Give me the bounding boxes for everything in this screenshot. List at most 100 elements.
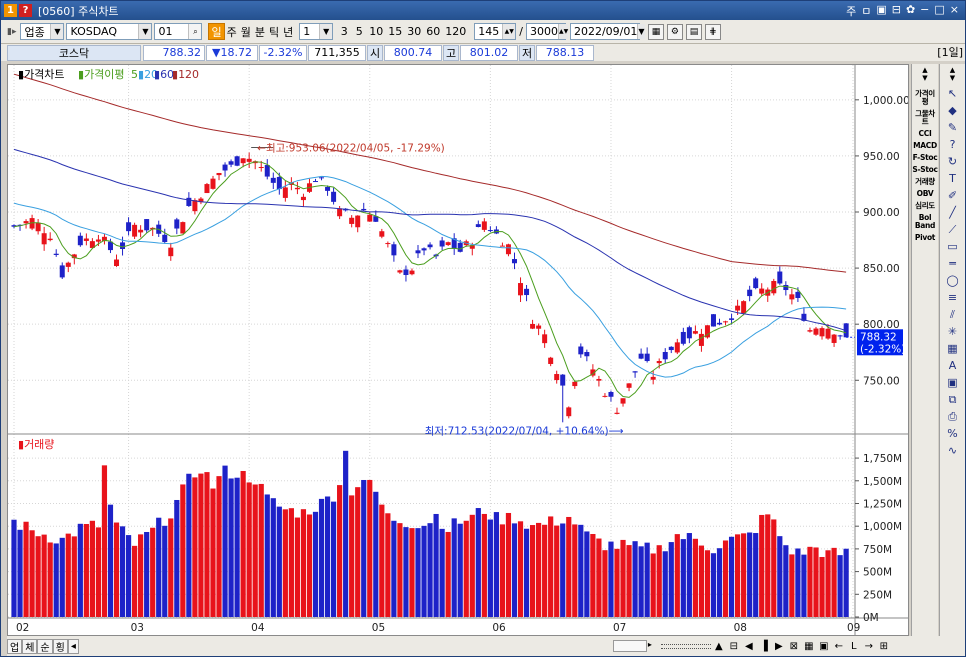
indicator-0[interactable]: 가격이평 [912,90,938,106]
print-icon[interactable]: ⎙ [944,409,962,424]
scroll-down-icon[interactable]: ▼ [940,74,965,82]
zoom-out-icon[interactable]: ⊟ [727,639,741,653]
scroll-up-icon[interactable]: ▲ [940,66,965,74]
export-icon[interactable]: ▦ [802,639,816,653]
eraser-icon[interactable]: ◆ [944,103,962,118]
window-icon[interactable]: ▤ [685,23,702,40]
tab-week[interactable]: 주 [225,23,239,40]
indicator-1[interactable]: 그물차트 [912,110,938,126]
legend-ma-label[interactable]: ▮가격이평 [78,68,125,81]
indicator-7[interactable]: OBV [912,190,938,198]
btn-order[interactable]: 순 [37,638,53,654]
interval-10[interactable]: 10 [367,23,385,40]
tab-year[interactable]: 년 [281,23,295,40]
indicator-10[interactable]: Pivot [912,234,938,242]
brush-icon[interactable]: ✐ [944,188,962,203]
legend-ma5[interactable]: 5 [131,68,138,81]
legend-price-chart[interactable]: ▮가격차트 [18,68,65,81]
config-icon[interactable]: ⚙ [666,23,683,40]
indicator-3[interactable]: MACD [912,142,938,150]
indicator-5[interactable]: S-Stoc [912,166,938,174]
pin-icon[interactable]: 주 [846,3,856,19]
layout-icon[interactable]: L [847,639,861,653]
btn-body[interactable]: 체 [22,638,38,654]
grid-icon[interactable]: ⋕ [704,23,721,40]
settings-icon[interactable]: ✿ [906,3,915,19]
indicator-2[interactable]: CCI [912,130,938,138]
scroll-right-icon[interactable]: ▸ [648,640,658,652]
close-button[interactable]: × [950,3,959,19]
btn-up[interactable]: 업 [7,638,23,654]
table-icon[interactable]: ▦ [647,23,664,40]
gann-icon[interactable]: ✳ [944,324,962,339]
scrollbar-thumb[interactable] [612,640,647,652]
tab-day[interactable]: 일 [208,23,225,40]
stock-chart[interactable]: 1,000.00950.00900.00850.00800.00750.001,… [8,65,908,635]
grid-icon[interactable]: ▦ [944,341,962,356]
save-icon[interactable]: ⊟ [892,3,901,19]
indicator-6[interactable]: 거래량 [912,178,938,186]
line-icon[interactable]: ╱ [944,205,962,220]
tab-tick[interactable]: 틱 [267,23,281,40]
zoom-in-icon[interactable]: ▲ [712,639,726,653]
copy-icon[interactable]: ⧉ [944,392,962,407]
tab-minute[interactable]: 분 [253,23,267,40]
help-icon[interactable]: ? [19,4,32,17]
indicator-8[interactable]: 심리도 [912,202,938,210]
legend-ma120[interactable]: ▮120 [172,68,199,81]
tab-month[interactable]: 월 [239,23,253,40]
search-icon[interactable]: ⌕ [188,24,202,39]
cursor-icon[interactable]: ↖ [944,86,962,101]
back-icon[interactable]: ← [832,639,846,653]
btn-horizontal[interactable]: 횡 [52,638,68,654]
layout-icon[interactable]: ㅁ [861,3,871,19]
auto-icon[interactable]: A [944,358,962,373]
chart-area[interactable]: 1,000.00 950.00 900.00 850.00 800.00 750.00 1,… [7,64,909,636]
interval-120[interactable]: 120 [443,23,468,40]
last-icon[interactable]: ⊠ [787,639,801,653]
interval-15[interactable]: 15 [386,23,404,40]
link-icon[interactable]: ▣ [876,3,886,19]
stepper-icon[interactable]: ▲▼ [557,24,569,39]
scroll-up-icon[interactable]: ▲ [912,66,938,74]
window-icon[interactable]: ▣ [944,375,962,390]
interval-60[interactable]: 60 [424,23,442,40]
scroll-down-icon[interactable]: ▼ [912,74,938,82]
cycle-icon[interactable]: ∿ [944,443,962,458]
fullscreen-icon[interactable]: ⊞ [877,639,891,653]
text-icon[interactable]: T [944,171,962,186]
next-icon[interactable]: ▶ [772,639,786,653]
ellipse-icon[interactable]: ◯ [944,273,962,288]
stepper-icon[interactable]: ▲▼ [502,24,516,39]
indicator-9[interactable]: Bol Band [912,214,938,230]
count-stepper[interactable]: 145 ▲▼ [474,23,517,40]
zoom-slider[interactable] [660,643,711,649]
diag-icon[interactable]: ⟋ [944,222,962,237]
date-select[interactable]: 2022/09/01 ▼ [569,23,645,40]
forward-icon[interactable]: → [862,639,876,653]
first-icon[interactable]: ◀ [742,639,756,653]
interval-3[interactable]: 3 [337,23,351,40]
hline-icon[interactable]: ═ [944,256,962,271]
refresh-icon[interactable]: ↻ [944,154,962,169]
symbol-select[interactable]: KOSDAQ ▼ [66,23,153,40]
fibo-icon[interactable]: ≡ [944,290,962,305]
percent-icon[interactable]: % [944,426,962,441]
chart-icon[interactable]: ▣ [817,639,831,653]
help-icon[interactable]: ? [944,137,962,152]
minimize-button[interactable]: − [920,3,929,19]
indicator-4[interactable]: F-Stoc [912,154,938,162]
prev-icon[interactable]: ▐ [757,639,771,653]
maximize-button[interactable]: □ [934,3,944,19]
interval-30[interactable]: 30 [405,23,423,40]
pencil-icon[interactable]: ✎ [944,120,962,135]
market-select[interactable]: 업종 ▼ [20,23,65,40]
legend-volume[interactable]: ▮거래량 [18,438,54,451]
scroll-left-button[interactable]: ◂ [67,638,79,654]
minute-select[interactable]: 1 ▼ [299,23,334,40]
interval-5[interactable]: 5 [352,23,366,40]
total-stepper[interactable]: 3000 ▲▼ [525,23,569,40]
code-input[interactable]: 01 ⌕ [154,23,203,40]
rect-icon[interactable]: ▭ [944,239,962,254]
channel-icon[interactable]: ⫽ [944,307,962,322]
